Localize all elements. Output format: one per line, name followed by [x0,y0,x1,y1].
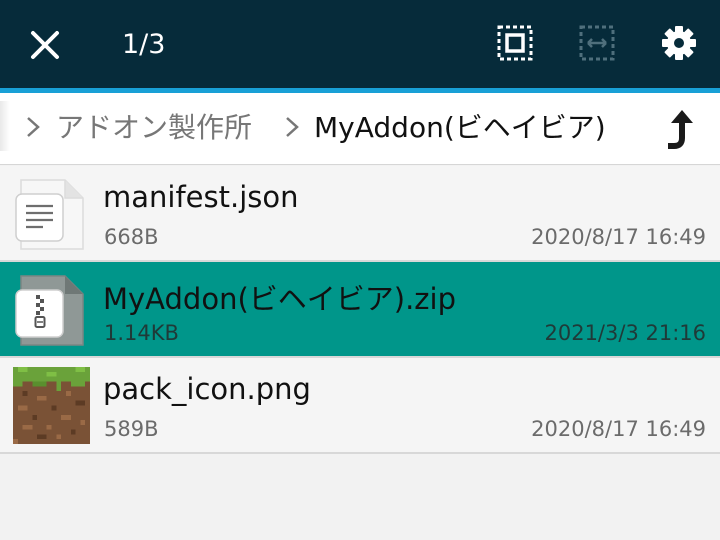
breadcrumb-scroll-edge [0,101,10,151]
top-toolbar: 1/3 [0,0,720,88]
close-icon [31,31,59,59]
close-button[interactable] [24,24,66,66]
breadcrumb-current-folder[interactable]: MyAddon(ビヘイビア) [314,108,606,148]
file-row-pack-icon[interactable]: pack_icon.png 589B 2020/8/17 16:49 [0,358,720,454]
select-all-button[interactable] [494,22,536,64]
file-name: MyAddon(ビヘイビア).zip [103,282,456,316]
settings-button[interactable] [658,22,700,64]
file-size: 1.14KB [104,321,179,345]
breadcrumb-parent-folder[interactable]: アドオン製作所 [56,108,252,148]
file-date: 2021/3/3 21:16 [544,321,706,345]
image-thumbnail-icon [13,367,90,444]
selection-counter: 1/3 [122,29,166,60]
file-row-manifest[interactable]: manifest.json 668B 2020/8/17 16:49 [0,166,720,262]
up-directory-icon [668,110,693,149]
select-range-button[interactable] [576,22,618,64]
select-all-icon [497,25,533,61]
chevron-right-icon [27,117,40,137]
up-directory-button[interactable] [654,105,704,155]
zip-archive-icon [15,275,84,346]
text-document-icon [15,179,84,250]
breadcrumb: アドオン製作所 MyAddon(ビヘイビア) [0,93,720,165]
file-name: manifest.json [103,180,299,214]
file-date: 2020/8/17 16:49 [531,417,706,441]
file-name: pack_icon.png [103,372,311,406]
gear-icon [662,26,696,60]
file-list: manifest.json 668B 2020/8/17 16:49 MyAdd… [0,166,720,454]
chevron-right-icon [286,117,299,137]
file-row-zip[interactable]: MyAddon(ビヘイビア).zip 1.14KB 2021/3/3 21:16 [0,262,720,358]
file-size: 668B [104,225,159,249]
select-range-icon [579,25,615,61]
file-date: 2020/8/17 16:49 [531,225,706,249]
file-size: 589B [104,417,159,441]
